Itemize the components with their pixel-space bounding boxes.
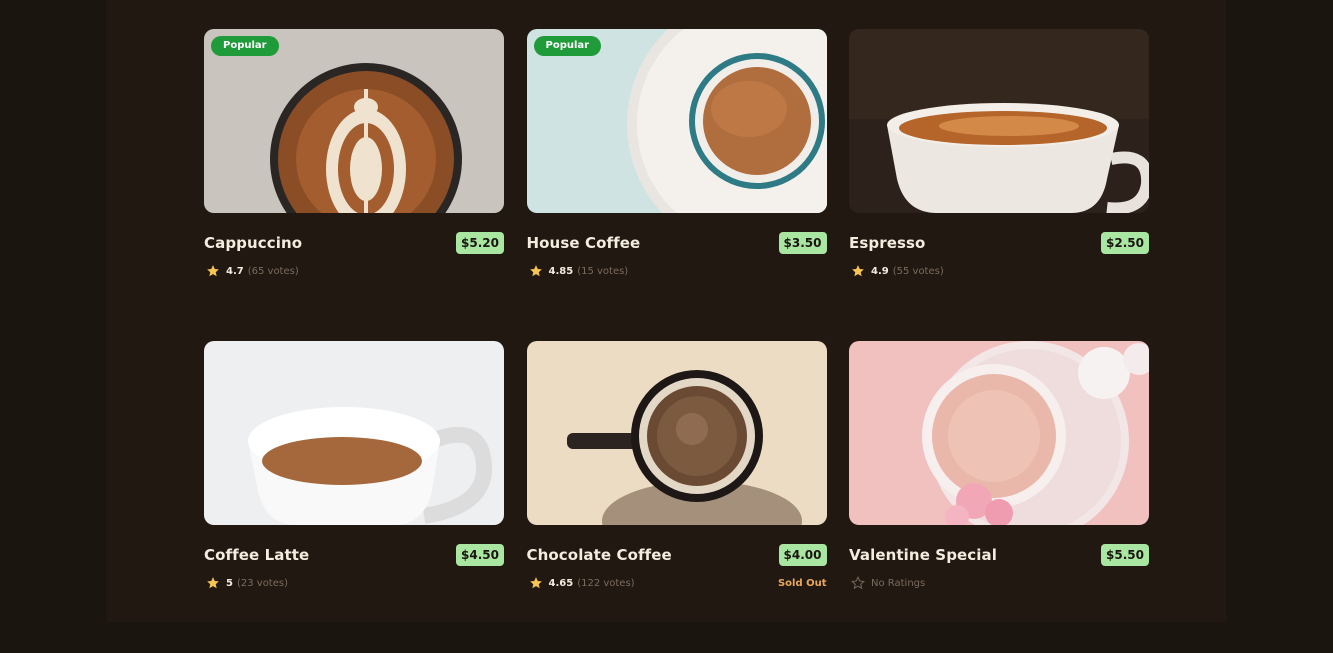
product-name[interactable]: Espresso [849,234,925,252]
price-tag: $5.50 [1101,544,1149,566]
vote-count: (15 votes) [577,265,629,277]
product-card-valentine-special[interactable]: Valentine Special $5.50 No Ratings [849,341,1149,653]
price-tag: $2.50 [1101,232,1149,254]
rating-score: 4.85 [548,265,574,277]
vote-count: (65 votes) [247,265,299,277]
product-name[interactable]: Coffee Latte [204,546,309,564]
product-image-espresso[interactable] [849,29,1149,213]
price-tag: $4.50 [456,544,504,566]
vote-count: (55 votes) [892,265,944,277]
popular-badge: Popular [533,36,602,56]
product-name[interactable]: House Coffee [527,234,641,252]
cappuccino-photo [204,29,504,213]
product-image-cappuccino[interactable]: Popular [204,29,504,213]
product-card-coffee-latte[interactable]: Coffee Latte $4.50 5 (23 votes) [204,341,504,653]
star-icon [207,265,219,277]
rating-score: 4.9 [871,265,889,277]
product-card-cappuccino[interactable]: Popular Cappuccino $5.20 4.7 (65 votes) [204,29,504,341]
popular-badge: Popular [211,36,279,56]
product-image-valentine-special[interactable] [849,341,1149,525]
price-tag: $3.50 [778,232,827,254]
star-outline-icon [851,576,865,590]
rating-score: 5 [226,577,233,589]
price-tag: $5.20 [456,232,504,254]
no-ratings-label: No Ratings [871,577,926,589]
product-name[interactable]: Cappuccino [204,234,302,252]
price-tag: $4.00 [778,544,827,566]
product-image-coffee-latte[interactable] [204,341,504,525]
coffee-latte-photo [204,341,504,525]
vote-count: (23 votes) [236,577,288,589]
product-image-chocolate-coffee[interactable] [526,341,827,525]
sold-out-label: Sold Out [777,577,827,589]
valentine-special-photo [849,341,1149,525]
rating-score: 4.7 [226,265,244,277]
vote-count: (122 votes) [577,577,635,589]
house-coffee-photo [526,29,827,213]
product-grid: Popular Cappuccino $5.20 4.7 (65 votes) … [204,29,1149,653]
product-name[interactable]: Valentine Special [849,546,997,564]
star-icon [529,577,542,589]
chocolate-coffee-photo [526,341,827,525]
product-card-house-coffee[interactable]: Popular House Coffee $3.50 4.85 (15 vote… [526,29,827,341]
espresso-photo [849,29,1149,213]
product-image-house-coffee[interactable]: Popular [526,29,827,213]
product-card-espresso[interactable]: Espresso $2.50 4.9 (55 votes) [849,29,1149,341]
star-icon [852,265,864,277]
product-name[interactable]: Chocolate Coffee [527,546,672,564]
star-icon [207,577,219,589]
star-icon [529,265,542,277]
rating-score: 4.65 [548,577,574,589]
product-card-chocolate-coffee[interactable]: Chocolate Coffee $4.00 4.65 (122 votes) … [526,341,827,653]
